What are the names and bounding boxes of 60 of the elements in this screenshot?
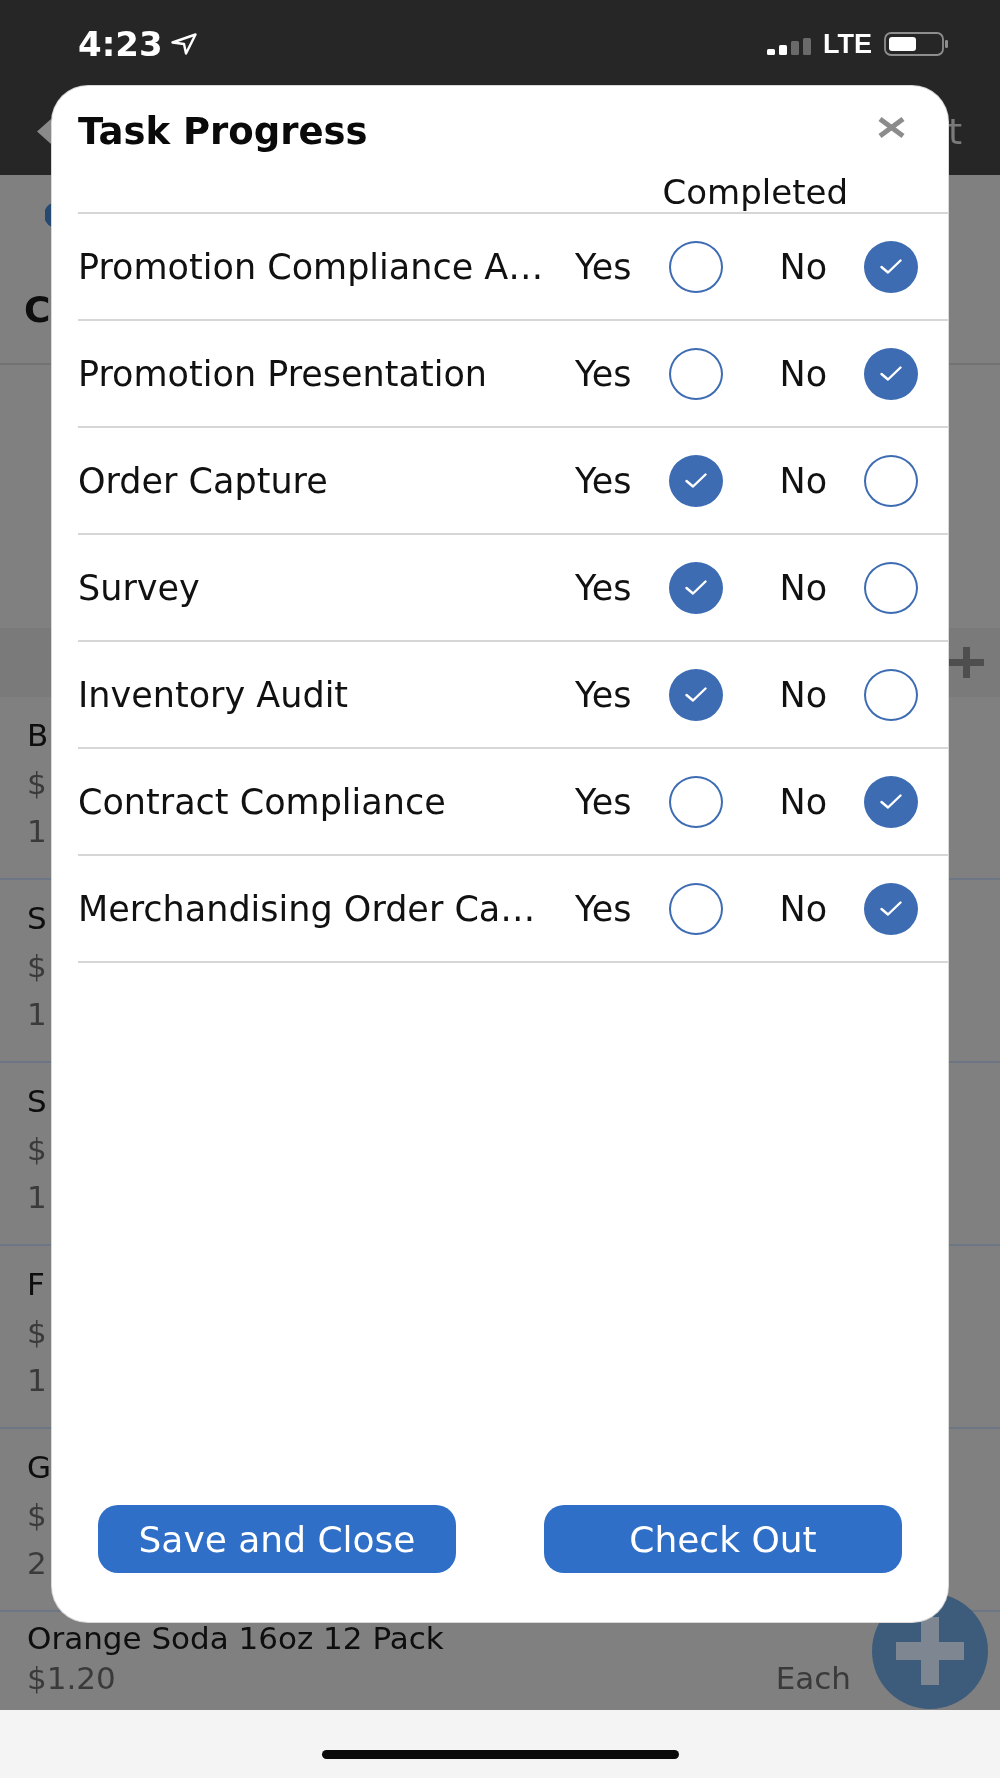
task-name: Contract Compliance bbox=[78, 780, 447, 824]
back-arrow-icon[interactable] bbox=[37, 119, 51, 144]
option-label: No bbox=[779, 352, 828, 396]
product-price: $ bbox=[27, 764, 47, 803]
check-icon bbox=[880, 901, 903, 916]
product-name: F bbox=[27, 1265, 45, 1304]
unit-label: Each bbox=[775, 1659, 851, 1698]
task-name: Order Capture bbox=[78, 459, 329, 503]
option-label: No bbox=[779, 780, 828, 824]
product-price: $ bbox=[27, 1313, 47, 1352]
product-name: S bbox=[27, 1082, 47, 1121]
option-label: No bbox=[779, 887, 828, 931]
check-icon bbox=[880, 366, 903, 381]
location-arrow-icon bbox=[170, 33, 197, 55]
task-name: Survey bbox=[78, 566, 201, 610]
option-label: Yes bbox=[575, 459, 632, 503]
dialog-title: Task Progress bbox=[78, 110, 368, 154]
battery-icon bbox=[884, 32, 948, 56]
product-name: B bbox=[27, 716, 49, 755]
network-label: LTE bbox=[823, 29, 872, 59]
task-name: Merchandising Order Ca… bbox=[78, 887, 537, 931]
check-icon bbox=[880, 794, 903, 809]
product-name: Orange Soda 16oz 12 Pack bbox=[27, 1619, 444, 1658]
product-line: 1 bbox=[27, 1361, 47, 1400]
product-price: $1.20 bbox=[27, 1659, 116, 1698]
check-icon bbox=[684, 580, 707, 595]
check-icon bbox=[880, 259, 903, 274]
option-label: Yes bbox=[575, 780, 632, 824]
option-label: No bbox=[779, 673, 828, 717]
check-icon bbox=[684, 473, 707, 488]
product-line: 1 bbox=[27, 995, 47, 1034]
option-label: Yes bbox=[575, 887, 632, 931]
product-price: $ bbox=[27, 1496, 47, 1535]
option-label: Yes bbox=[575, 245, 632, 289]
column-header: Completed bbox=[662, 172, 848, 212]
option-label: Yes bbox=[575, 673, 632, 717]
product-line: 1 bbox=[27, 1178, 47, 1217]
task-name: Promotion Compliance A… bbox=[78, 245, 545, 289]
close-icon[interactable] bbox=[877, 115, 906, 139]
option-label: Yes bbox=[575, 352, 632, 396]
product-price: $ bbox=[27, 947, 47, 986]
option-label: No bbox=[779, 245, 828, 289]
task-name: Inventory Audit bbox=[78, 673, 350, 717]
check-icon bbox=[684, 687, 707, 702]
dialog-button[interactable]: Save and Close bbox=[98, 1505, 456, 1573]
option-label: No bbox=[779, 566, 828, 610]
dialog-button[interactable]: Check Out bbox=[544, 1505, 902, 1573]
task-name: Promotion Presentation bbox=[78, 352, 488, 396]
option-label: No bbox=[779, 459, 828, 503]
status-time: 4:23 bbox=[78, 24, 163, 64]
product-price: $ bbox=[27, 1130, 47, 1169]
plus-icon bbox=[896, 1617, 964, 1685]
signal-icon bbox=[767, 37, 812, 55]
nav-text: t bbox=[947, 109, 962, 154]
page-heading: C bbox=[24, 288, 51, 332]
product-line: 1 bbox=[27, 812, 47, 851]
option-label: Yes bbox=[575, 566, 632, 610]
product-name: G bbox=[27, 1448, 52, 1487]
product-line: 2 bbox=[27, 1544, 47, 1583]
product-name: S bbox=[27, 899, 47, 938]
